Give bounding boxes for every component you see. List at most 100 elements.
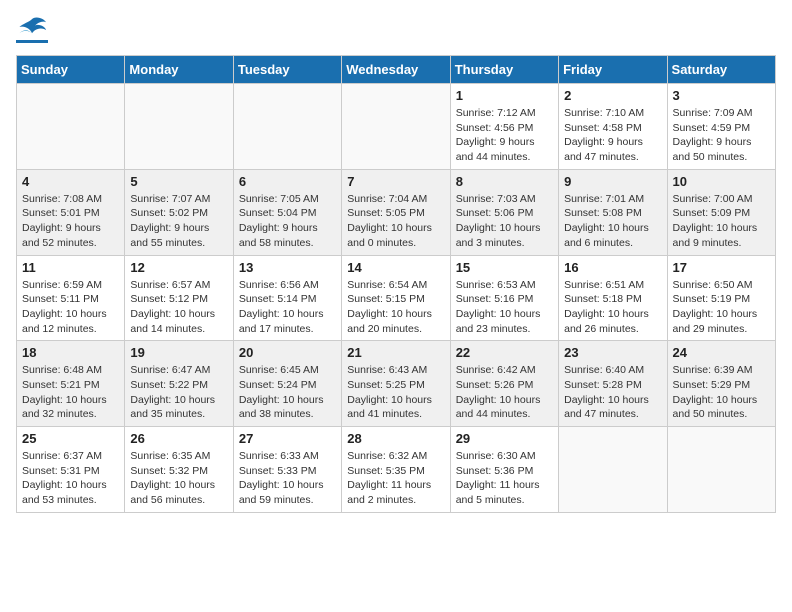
calendar-day-cell: 5Sunrise: 7:07 AM Sunset: 5:02 PM Daylig… bbox=[125, 169, 233, 255]
logo bbox=[16, 16, 48, 43]
day-info: Sunrise: 6:56 AM Sunset: 5:14 PM Dayligh… bbox=[239, 278, 336, 337]
day-number: 16 bbox=[564, 260, 661, 275]
calendar-week-row: 25 Sunrise: 6:37 AM Sunset: 5:31 PM Dayli… bbox=[17, 427, 776, 513]
calendar-day-cell: 20Sunrise: 6:45 AM Sunset: 5:24 PM Dayli… bbox=[233, 341, 341, 427]
calendar-day-cell: 7 Sunrise: 7:04 AM Sunset: 5:05 PM Daylig… bbox=[342, 169, 450, 255]
day-info: Sunrise: 7:08 AM Sunset: 5:01 PM Dayligh… bbox=[22, 192, 119, 251]
day-number: 1 bbox=[456, 88, 553, 103]
logo-underline bbox=[16, 40, 48, 43]
calendar-day-cell: 27Sunrise: 6:33 AM Sunset: 5:33 PM Dayli… bbox=[233, 427, 341, 513]
day-info: Sunrise: 6:32 AM Sunset: 5:35 PM Dayligh… bbox=[347, 449, 444, 508]
day-info: Sunrise: 6:30 AM Sunset: 5:36 PM Dayligh… bbox=[456, 449, 553, 508]
day-info: Sunrise: 6:57 AM Sunset: 5:12 PM Dayligh… bbox=[130, 278, 227, 337]
weekday-header-tuesday: Tuesday bbox=[233, 56, 341, 84]
day-info: Sunrise: 7:04 AM Sunset: 5:05 PM Dayligh… bbox=[347, 192, 444, 251]
day-number: 10 bbox=[673, 174, 770, 189]
day-number: 18 bbox=[22, 345, 119, 360]
calendar-day-cell: 9 Sunrise: 7:01 AM Sunset: 5:08 PM Daylig… bbox=[559, 169, 667, 255]
day-number: 3 bbox=[673, 88, 770, 103]
weekday-header-friday: Friday bbox=[559, 56, 667, 84]
calendar-day-cell: 8 Sunrise: 7:03 AM Sunset: 5:06 PM Daylig… bbox=[450, 169, 558, 255]
day-info: Sunrise: 6:42 AM Sunset: 5:26 PM Dayligh… bbox=[456, 363, 553, 422]
day-number: 21 bbox=[347, 345, 444, 360]
calendar-day-cell: 1 Sunrise: 7:12 AM Sunset: 4:56 PM Daylig… bbox=[450, 84, 558, 170]
day-number: 9 bbox=[564, 174, 661, 189]
day-number: 12 bbox=[130, 260, 227, 275]
day-info: Sunrise: 7:12 AM Sunset: 4:56 PM Dayligh… bbox=[456, 106, 553, 165]
day-info: Sunrise: 6:43 AM Sunset: 5:25 PM Dayligh… bbox=[347, 363, 444, 422]
calendar-day-cell: 24 Sunrise: 6:39 AM Sunset: 5:29 PM Dayli… bbox=[667, 341, 775, 427]
day-info: Sunrise: 7:05 AM Sunset: 5:04 PM Dayligh… bbox=[239, 192, 336, 251]
day-info: Sunrise: 6:59 AM Sunset: 5:11 PM Dayligh… bbox=[22, 278, 119, 337]
weekday-header-thursday: Thursday bbox=[450, 56, 558, 84]
calendar-week-row: 1 Sunrise: 7:12 AM Sunset: 4:56 PM Daylig… bbox=[17, 84, 776, 170]
day-info: Sunrise: 6:53 AM Sunset: 5:16 PM Dayligh… bbox=[456, 278, 553, 337]
day-number: 23 bbox=[564, 345, 661, 360]
day-info: Sunrise: 6:40 AM Sunset: 5:28 PM Dayligh… bbox=[564, 363, 661, 422]
calendar-day-cell: 23 Sunrise: 6:40 AM Sunset: 5:28 PM Dayli… bbox=[559, 341, 667, 427]
calendar-day-cell: 25 Sunrise: 6:37 AM Sunset: 5:31 PM Dayli… bbox=[17, 427, 125, 513]
calendar-day-cell: 12 Sunrise: 6:57 AM Sunset: 5:12 PM Dayli… bbox=[125, 255, 233, 341]
calendar-day-cell bbox=[233, 84, 341, 170]
day-info: Sunrise: 6:51 AM Sunset: 5:18 PM Dayligh… bbox=[564, 278, 661, 337]
calendar-day-cell: 29 Sunrise: 6:30 AM Sunset: 5:36 PM Dayli… bbox=[450, 427, 558, 513]
calendar-week-row: 18 Sunrise: 6:48 AM Sunset: 5:21 PM Dayli… bbox=[17, 341, 776, 427]
page-header bbox=[16, 16, 776, 43]
calendar-week-row: 4Sunrise: 7:08 AM Sunset: 5:01 PM Daylig… bbox=[17, 169, 776, 255]
day-number: 17 bbox=[673, 260, 770, 275]
weekday-header-saturday: Saturday bbox=[667, 56, 775, 84]
day-info: Sunrise: 7:01 AM Sunset: 5:08 PM Dayligh… bbox=[564, 192, 661, 251]
calendar-day-cell: 6 Sunrise: 7:05 AM Sunset: 5:04 PM Daylig… bbox=[233, 169, 341, 255]
day-info: Sunrise: 6:35 AM Sunset: 5:32 PM Dayligh… bbox=[130, 449, 227, 508]
day-number: 8 bbox=[456, 174, 553, 189]
calendar-day-cell: 28 Sunrise: 6:32 AM Sunset: 5:35 PM Dayli… bbox=[342, 427, 450, 513]
day-info: Sunrise: 7:03 AM Sunset: 5:06 PM Dayligh… bbox=[456, 192, 553, 251]
day-info: Sunrise: 6:39 AM Sunset: 5:29 PM Dayligh… bbox=[673, 363, 770, 422]
calendar-day-cell: 18 Sunrise: 6:48 AM Sunset: 5:21 PM Dayli… bbox=[17, 341, 125, 427]
day-number: 6 bbox=[239, 174, 336, 189]
day-info: Sunrise: 6:54 AM Sunset: 5:15 PM Dayligh… bbox=[347, 278, 444, 337]
calendar-day-cell: 21 Sunrise: 6:43 AM Sunset: 5:25 PM Dayli… bbox=[342, 341, 450, 427]
calendar-day-cell: 19 Sunrise: 6:47 AM Sunset: 5:22 PM Dayli… bbox=[125, 341, 233, 427]
calendar-day-cell: 26 Sunrise: 6:35 AM Sunset: 5:32 PM Dayli… bbox=[125, 427, 233, 513]
calendar-day-cell: 14 Sunrise: 6:54 AM Sunset: 5:15 PM Dayli… bbox=[342, 255, 450, 341]
calendar-day-cell bbox=[667, 427, 775, 513]
day-number: 28 bbox=[347, 431, 444, 446]
calendar-day-cell: 10Sunrise: 7:00 AM Sunset: 5:09 PM Dayli… bbox=[667, 169, 775, 255]
day-number: 14 bbox=[347, 260, 444, 275]
day-number: 13 bbox=[239, 260, 336, 275]
day-number: 7 bbox=[347, 174, 444, 189]
day-info: Sunrise: 6:45 AM Sunset: 5:24 PM Dayligh… bbox=[239, 363, 336, 422]
day-info: Sunrise: 6:48 AM Sunset: 5:21 PM Dayligh… bbox=[22, 363, 119, 422]
day-number: 22 bbox=[456, 345, 553, 360]
day-info: Sunrise: 6:33 AM Sunset: 5:33 PM Dayligh… bbox=[239, 449, 336, 508]
calendar-day-cell: 2Sunrise: 7:10 AM Sunset: 4:58 PM Daylig… bbox=[559, 84, 667, 170]
weekday-header-wednesday: Wednesday bbox=[342, 56, 450, 84]
calendar-day-cell: 13 Sunrise: 6:56 AM Sunset: 5:14 PM Dayli… bbox=[233, 255, 341, 341]
calendar-day-cell bbox=[559, 427, 667, 513]
day-info: Sunrise: 6:47 AM Sunset: 5:22 PM Dayligh… bbox=[130, 363, 227, 422]
day-number: 15 bbox=[456, 260, 553, 275]
day-number: 25 bbox=[22, 431, 119, 446]
calendar-day-cell bbox=[17, 84, 125, 170]
day-number: 29 bbox=[456, 431, 553, 446]
calendar-day-cell: 4Sunrise: 7:08 AM Sunset: 5:01 PM Daylig… bbox=[17, 169, 125, 255]
weekday-header-monday: Monday bbox=[125, 56, 233, 84]
weekday-header-sunday: Sunday bbox=[17, 56, 125, 84]
calendar-day-cell bbox=[125, 84, 233, 170]
calendar-day-cell bbox=[342, 84, 450, 170]
calendar-day-cell: 3Sunrise: 7:09 AM Sunset: 4:59 PM Daylig… bbox=[667, 84, 775, 170]
calendar-table: SundayMondayTuesdayWednesdayThursdayFrid… bbox=[16, 55, 776, 513]
day-info: Sunrise: 7:07 AM Sunset: 5:02 PM Dayligh… bbox=[130, 192, 227, 251]
day-number: 26 bbox=[130, 431, 227, 446]
day-number: 11 bbox=[22, 260, 119, 275]
calendar-day-cell: 22 Sunrise: 6:42 AM Sunset: 5:26 PM Dayli… bbox=[450, 341, 558, 427]
day-number: 2 bbox=[564, 88, 661, 103]
day-number: 19 bbox=[130, 345, 227, 360]
weekday-header-row: SundayMondayTuesdayWednesdayThursdayFrid… bbox=[17, 56, 776, 84]
calendar-day-cell: 17Sunrise: 6:50 AM Sunset: 5:19 PM Dayli… bbox=[667, 255, 775, 341]
day-info: Sunrise: 6:37 AM Sunset: 5:31 PM Dayligh… bbox=[22, 449, 119, 508]
day-number: 24 bbox=[673, 345, 770, 360]
calendar-day-cell: 11 Sunrise: 6:59 AM Sunset: 5:11 PM Dayli… bbox=[17, 255, 125, 341]
bird-icon bbox=[16, 16, 48, 38]
